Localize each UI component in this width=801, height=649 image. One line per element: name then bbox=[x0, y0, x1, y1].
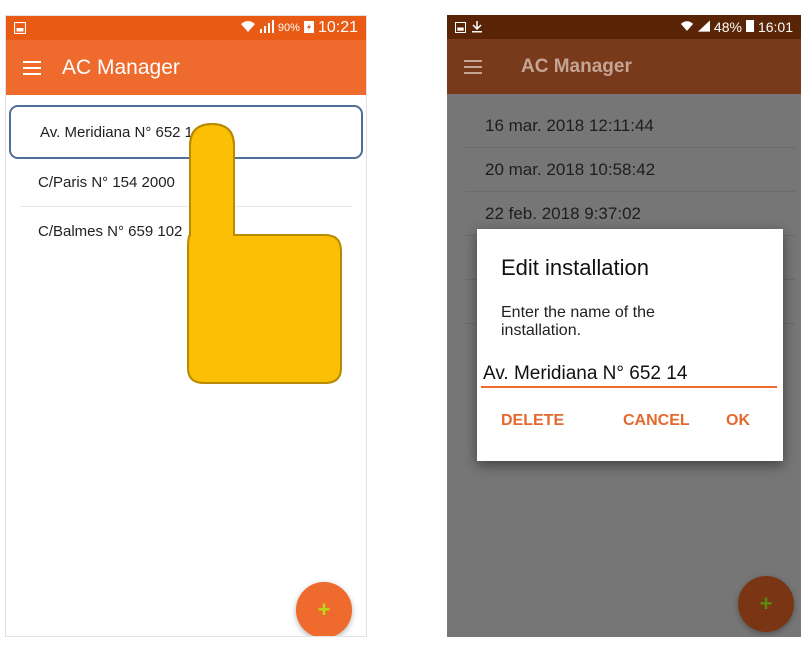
dialog-message: Enter the name of the installation. bbox=[501, 304, 655, 339]
clock: 10:21 bbox=[317, 19, 358, 36]
battery-charging-icon bbox=[303, 20, 314, 36]
status-bar: 90% 10:21 bbox=[6, 16, 366, 40]
wifi-icon bbox=[240, 20, 256, 36]
right-phone-screen: 48% 16:01 AC Manager 16 mar. 2018 12:11:… bbox=[447, 15, 801, 637]
app-title: AC Manager bbox=[62, 55, 180, 79]
status-bar: 48% 16:01 bbox=[447, 15, 801, 39]
long-press-hand-icon bbox=[187, 122, 342, 384]
battery-percent: 90% bbox=[277, 22, 300, 34]
signal-icon bbox=[259, 20, 274, 36]
date-item[interactable]: 20 mar. 2018 10:58:42 bbox=[465, 148, 795, 192]
ok-button[interactable]: OK bbox=[726, 412, 750, 430]
dialog-title: Edit installation bbox=[501, 255, 649, 280]
delete-button[interactable]: DELETE bbox=[501, 412, 564, 430]
menu-icon[interactable] bbox=[6, 60, 58, 75]
installation-name: C/Balmes N° 659 102 bbox=[38, 222, 183, 240]
signal-icon bbox=[697, 19, 710, 35]
add-button[interactable]: + bbox=[738, 576, 794, 632]
clock: 16:01 bbox=[757, 19, 793, 35]
wifi-icon bbox=[680, 19, 694, 35]
battery-icon bbox=[745, 19, 754, 35]
cancel-button[interactable]: CANCEL bbox=[623, 412, 690, 430]
menu-icon[interactable] bbox=[447, 59, 499, 74]
app-bar: AC Manager bbox=[447, 39, 801, 94]
add-installation-button[interactable]: + bbox=[296, 582, 352, 636]
download-icon bbox=[472, 21, 482, 33]
battery-percent: 48% bbox=[713, 19, 742, 35]
installation-name: Av. Meridiana N° 652 14 bbox=[40, 123, 202, 141]
plus-icon: + bbox=[317, 597, 331, 622]
plus-icon: + bbox=[759, 591, 773, 616]
date-text: 22 feb. 2018 9:37:02 bbox=[485, 203, 641, 223]
app-bar: AC Manager bbox=[6, 40, 366, 95]
edit-installation-dialog: Edit installation Enter the name of the … bbox=[477, 229, 783, 461]
date-item[interactable]: 16 mar. 2018 12:11:44 bbox=[465, 104, 795, 148]
gallery-notification-icon bbox=[14, 22, 26, 34]
date-text: 16 mar. 2018 12:11:44 bbox=[485, 115, 654, 135]
gallery-notification-icon bbox=[455, 21, 466, 33]
date-text: 20 mar. 2018 10:58:42 bbox=[485, 159, 656, 179]
installation-name: C/Paris N° 154 2000 bbox=[38, 174, 175, 191]
installation-name-input[interactable] bbox=[481, 362, 777, 388]
app-title: AC Manager bbox=[521, 55, 632, 77]
